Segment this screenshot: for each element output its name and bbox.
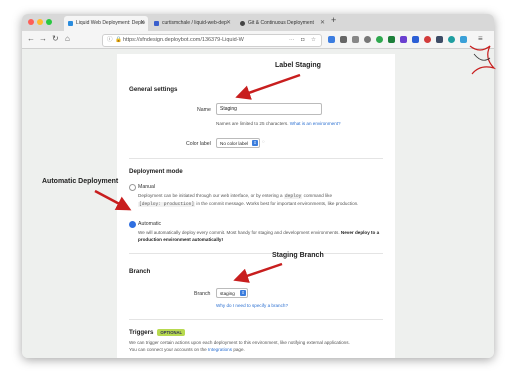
why-specify-branch-link[interactable]: Why do I need to specify a branch? bbox=[216, 302, 288, 309]
annotation-automatic-deployment: Automatic Deployment bbox=[42, 178, 119, 185]
download-icon[interactable] bbox=[328, 36, 335, 43]
tab-bar: Liquid Web Deployment: Deplo ✕ curtismch… bbox=[22, 14, 494, 32]
extension-red-icon[interactable] bbox=[424, 36, 431, 43]
deployment-mode-heading: Deployment mode bbox=[129, 168, 183, 175]
divider bbox=[129, 158, 383, 159]
reload-icon[interactable]: ↻ bbox=[52, 34, 59, 43]
tab-git-deployment[interactable]: Git & Continuous Deployment ✕ bbox=[236, 16, 328, 31]
new-tab-icon[interactable]: + bbox=[331, 15, 336, 25]
close-window-button[interactable] bbox=[28, 19, 34, 25]
lock-icon: 🔒 bbox=[115, 37, 122, 43]
color-label-label: Color label bbox=[186, 141, 211, 147]
branch-label: Branch bbox=[194, 291, 211, 297]
extension-darkgreen-icon[interactable] bbox=[388, 36, 395, 43]
color-swatch-icon: ○ bbox=[262, 139, 265, 144]
github-favicon-icon bbox=[154, 21, 159, 26]
browser-window: Liquid Web Deployment: Deplo ✕ curtismch… bbox=[22, 14, 494, 358]
color-label-select[interactable]: No color label ⇕ bbox=[216, 138, 260, 148]
deploy-production-code: [deploy: production] bbox=[138, 202, 196, 207]
browser-toolbar: ← → ↻ ⌂ ⓘ 🔒 https://sfndesign.deploybot.… bbox=[22, 31, 494, 49]
chevron-down-icon: ⇕ bbox=[240, 290, 246, 296]
triggers-desc-text: You can connect your accounts on the bbox=[129, 347, 207, 352]
address-bar[interactable]: ⓘ 🔒 https://sfndesign.deploybot.com/1363… bbox=[102, 34, 322, 47]
close-tab-icon[interactable]: ✕ bbox=[226, 16, 231, 31]
page-content: General settings Name Staging Names are … bbox=[22, 49, 494, 358]
manual-desc-text: command like bbox=[303, 193, 332, 198]
divider bbox=[129, 253, 383, 254]
tab-deploybot[interactable]: Liquid Web Deployment: Deplo ✕ bbox=[64, 16, 148, 31]
deploybot-favicon-icon bbox=[68, 21, 73, 26]
manual-desc-text: Deployment can be initiated through our … bbox=[138, 193, 283, 198]
general-settings-heading: General settings bbox=[129, 86, 178, 93]
manual-radio[interactable] bbox=[129, 184, 136, 191]
divider bbox=[129, 319, 383, 320]
automatic-desc-text: We will automatically deploy every commi… bbox=[138, 230, 340, 235]
bookmark-star-icon[interactable]: ☆ bbox=[311, 35, 316, 46]
forward-icon[interactable]: → bbox=[39, 34, 47, 43]
close-tab-icon[interactable]: ✕ bbox=[140, 16, 145, 31]
optional-badge: OPTIONAL bbox=[157, 329, 186, 336]
chevron-down-icon: ⇕ bbox=[252, 140, 258, 146]
annotation-label-staging: Label Staging bbox=[275, 62, 321, 69]
pocket-icon[interactable]: ◘ bbox=[301, 35, 304, 46]
tab-label: Liquid Web Deployment: Deplo bbox=[76, 20, 145, 26]
extension-teal-icon[interactable] bbox=[448, 36, 455, 43]
tab-label: Git & Continuous Deployment bbox=[248, 20, 314, 26]
minimize-window-button[interactable] bbox=[37, 19, 43, 25]
extension-purple-icon[interactable] bbox=[400, 36, 407, 43]
tab-label: curtismchale / liquid-web-dep bbox=[162, 20, 227, 26]
name-hint-text: Names are limited to 25 characters. bbox=[216, 121, 289, 126]
triggers-desc-text: page. bbox=[233, 347, 245, 352]
url-text: https://sfndesign.deploybot.com/136379-L… bbox=[123, 37, 244, 43]
color-label-value: No color label bbox=[220, 141, 249, 146]
back-icon[interactable]: ← bbox=[27, 34, 35, 43]
automatic-description: We will automatically deploy every commi… bbox=[138, 229, 390, 243]
triggers-title: Triggers bbox=[129, 329, 154, 337]
branch-heading: Branch bbox=[129, 268, 151, 275]
annotation-staging-branch: Staging Branch bbox=[272, 252, 324, 259]
tab-github[interactable]: curtismchale / liquid-web-dep ✕ bbox=[150, 16, 234, 31]
manual-label: Manual bbox=[138, 184, 156, 190]
branch-value: staging bbox=[220, 291, 235, 296]
extension-slate-icon[interactable] bbox=[436, 36, 443, 43]
what-is-environment-link[interactable]: What is an environment? bbox=[290, 121, 341, 126]
manual-desc-text: in the commit message. Works best for im… bbox=[196, 201, 359, 206]
automatic-radio[interactable] bbox=[129, 221, 136, 228]
triggers-heading: Triggers OPTIONAL bbox=[129, 329, 186, 337]
extension-cyan-icon[interactable] bbox=[460, 36, 467, 43]
more-actions-icon[interactable]: ··· bbox=[289, 35, 295, 46]
integrations-link[interactable]: Integrations bbox=[208, 347, 232, 352]
extension-grey-icon[interactable] bbox=[364, 36, 371, 43]
name-label: Name bbox=[197, 107, 211, 113]
triggers-desc-text: We can trigger certain actions upon each… bbox=[129, 340, 350, 345]
home-icon[interactable]: ⌂ bbox=[65, 34, 70, 43]
triggers-description: We can trigger certain actions upon each… bbox=[129, 339, 389, 353]
environment-settings-card: General settings Name Staging Names are … bbox=[117, 54, 395, 358]
automatic-label: Automatic bbox=[138, 221, 162, 227]
branch-select[interactable]: staging ⇕ bbox=[216, 288, 248, 298]
name-input[interactable]: Staging bbox=[216, 103, 322, 115]
library-icon[interactable] bbox=[340, 36, 347, 43]
drop-favicon-icon bbox=[240, 21, 245, 26]
maximize-window-button[interactable] bbox=[46, 19, 52, 25]
name-hint: Names are limited to 25 characters. What… bbox=[216, 120, 341, 127]
extension-blue-icon[interactable] bbox=[412, 36, 419, 43]
deploy-code: deploy bbox=[283, 194, 303, 199]
extension-green-icon[interactable] bbox=[376, 36, 383, 43]
sidebar-icon[interactable] bbox=[352, 36, 359, 43]
manual-description: Deployment can be initiated through our … bbox=[138, 192, 388, 208]
menu-icon[interactable]: ≡ bbox=[478, 34, 483, 43]
info-icon[interactable]: ⓘ bbox=[107, 35, 113, 46]
close-tab-icon[interactable]: ✕ bbox=[320, 16, 325, 31]
